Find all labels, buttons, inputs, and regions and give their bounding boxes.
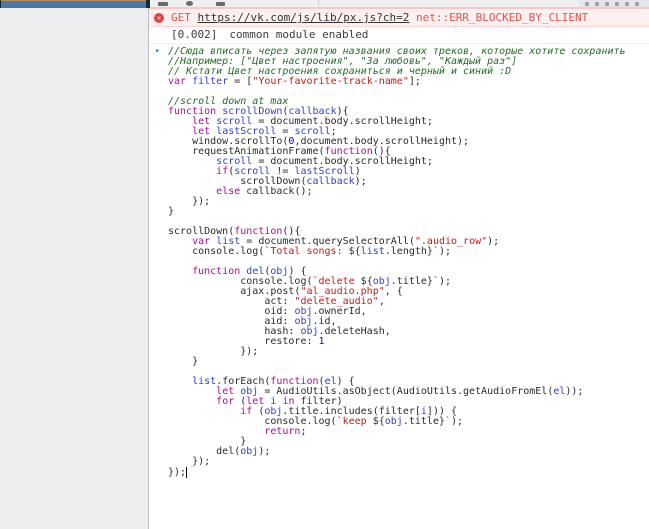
devtools-window: ✕ GET https://vk.com/js/lib/px.js?ch=2 n… — [0, 0, 649, 529]
vk-blue-tab-sliver — [1, 0, 146, 8]
toolbar-mini-icon — [585, 2, 589, 6]
left-panel — [0, 8, 149, 529]
console-error-row: ✕ GET https://vk.com/js/lib/px.js?ch=2 n… — [149, 8, 649, 27]
toolbar-mini-icon — [605, 2, 609, 6]
console-panel: ✕ GET https://vk.com/js/lib/px.js?ch=2 n… — [149, 8, 649, 529]
toolbar-divider — [318, 0, 319, 6]
devtools-toolbar-sliver — [150, 0, 649, 8]
browser-chrome-sliver — [0, 0, 150, 8]
log-timestamp: [0.002] — [171, 28, 218, 41]
error-method: GET — [171, 11, 191, 24]
devtools-main: ✕ GET https://vk.com/js/lib/px.js?ch=2 n… — [0, 8, 649, 529]
console-sidebar-icon[interactable] — [158, 2, 168, 6]
filter-icon[interactable] — [216, 2, 225, 6]
toolbar-right-sliver — [579, 0, 649, 7]
log-message: common module enabled — [229, 28, 369, 41]
console-input-chevron-icon[interactable]: ▸ — [155, 46, 160, 57]
error-message: net::ERR_BLOCKED_BY_CLIENT — [416, 11, 589, 24]
console-input[interactable]: ▸ //Сюда вписать через запятую названия … — [149, 44, 649, 478]
text-cursor — [186, 467, 188, 478]
window-topbar — [0, 0, 649, 8]
toolbar-mini-icon — [625, 2, 629, 6]
console-input-code[interactable]: //Сюда вписать через запятую названия св… — [168, 47, 649, 478]
toolbar-mini-icon — [595, 2, 599, 6]
console-log-row: [0.002] common module enabled — [149, 27, 649, 44]
error-circle-x-icon: ✕ — [154, 13, 164, 23]
error-url-link[interactable]: https://vk.com/js/lib/px.js?ch=2 — [198, 11, 410, 24]
toolbar-mini-icon — [615, 2, 619, 6]
toolbar-mini-icon — [635, 2, 639, 6]
clear-console-icon[interactable] — [186, 1, 193, 6]
